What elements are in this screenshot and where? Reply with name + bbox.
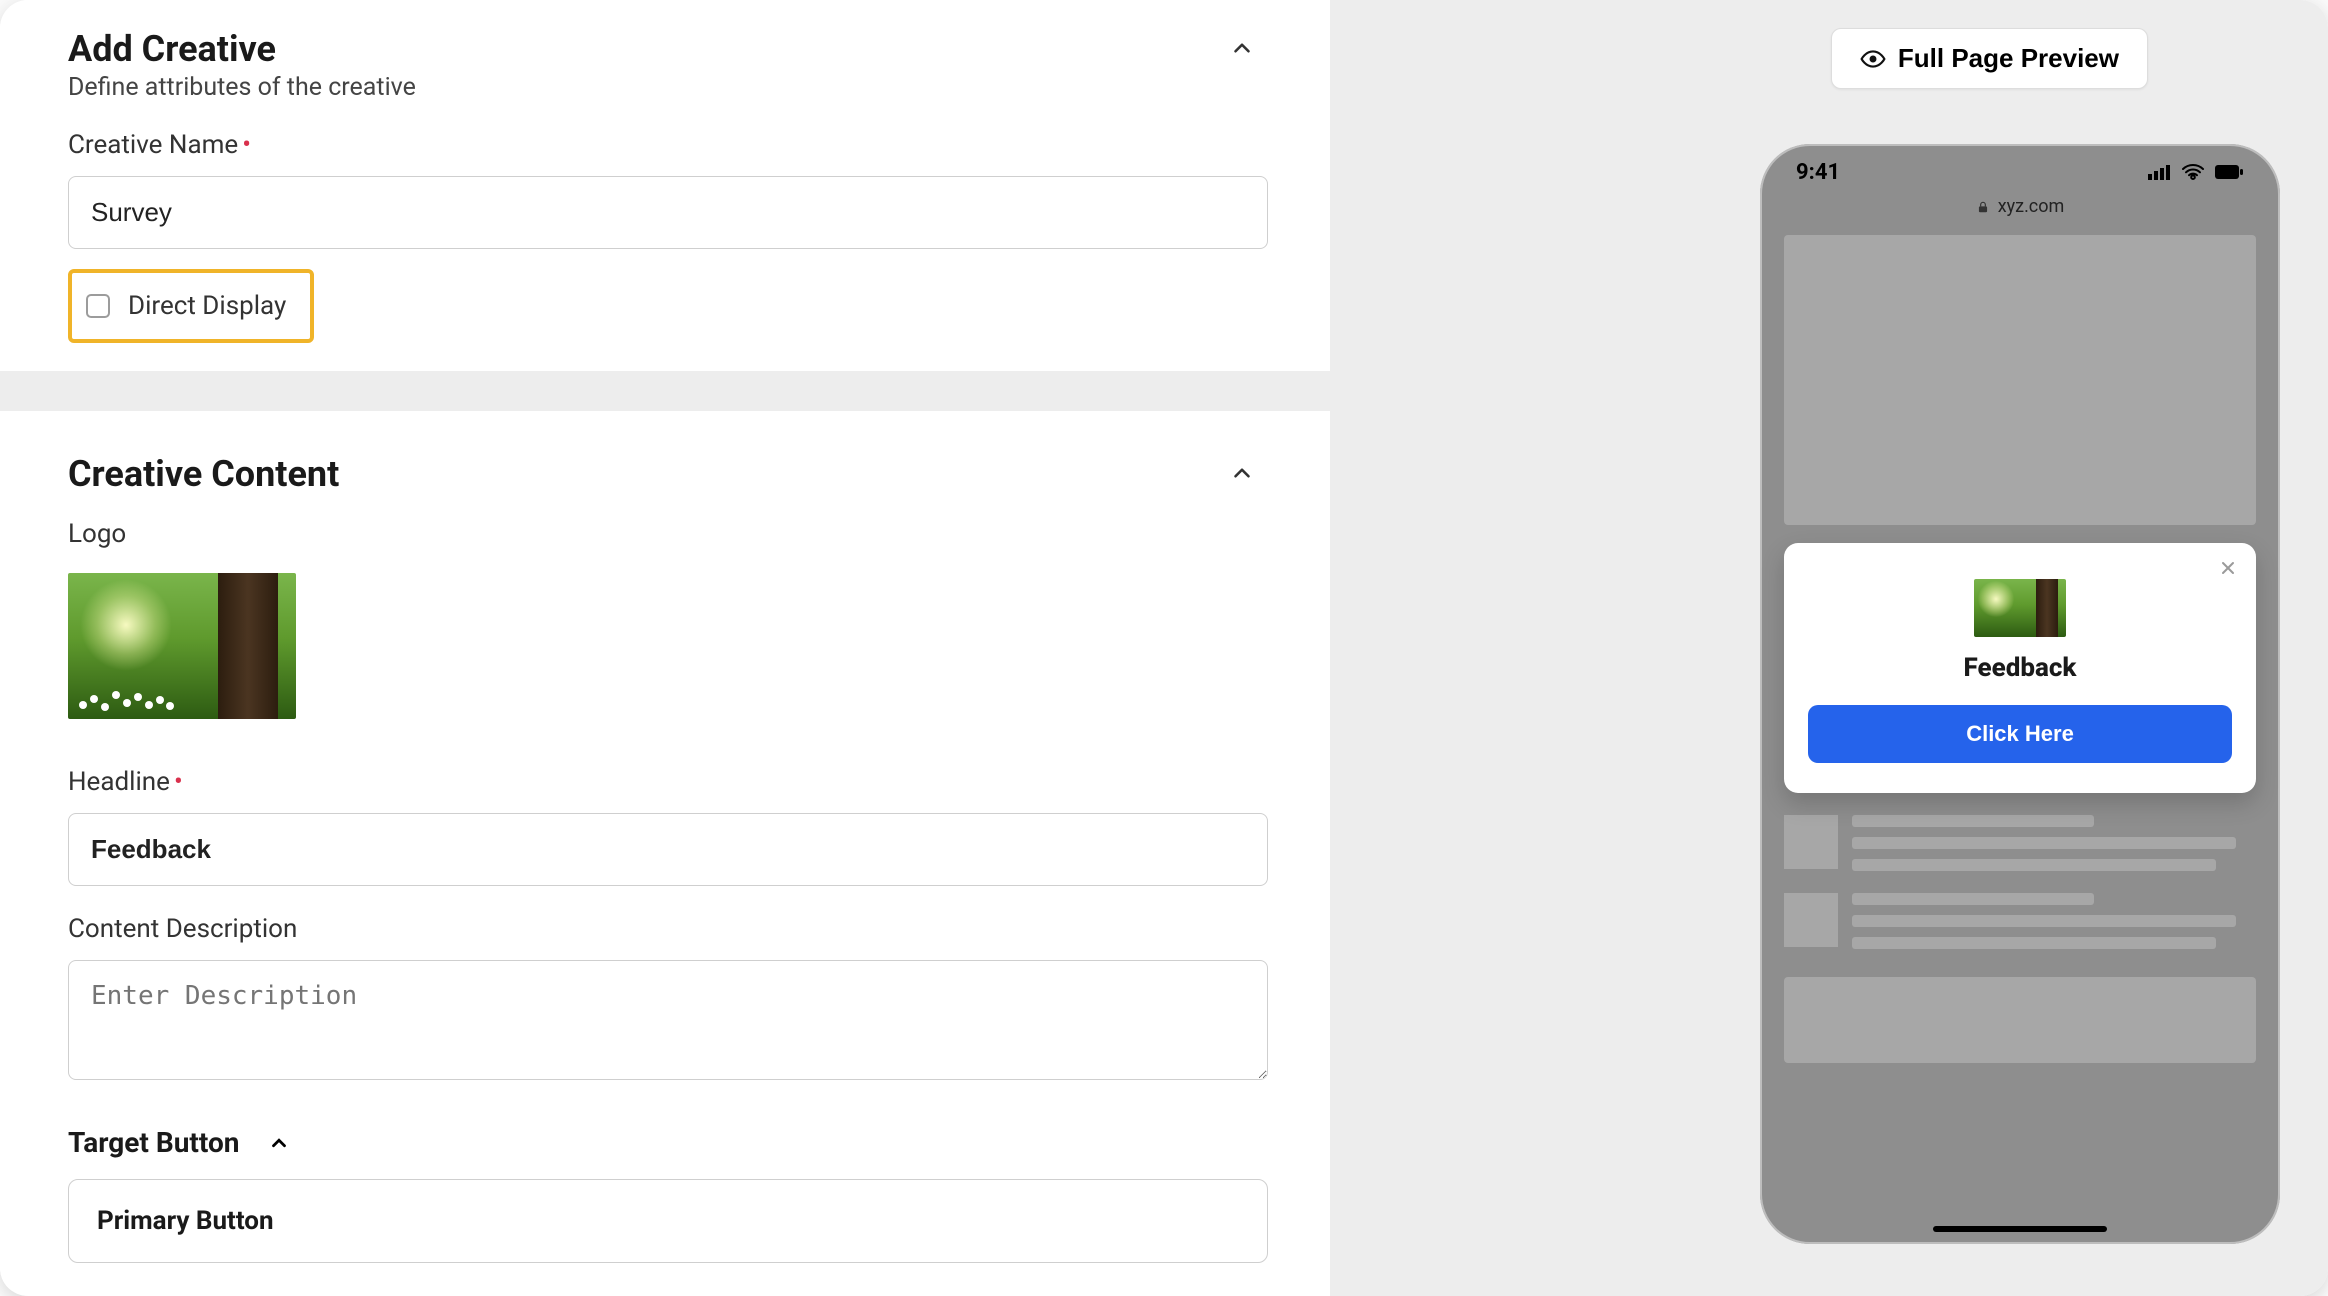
direct-display-highlight: Direct Display [68,269,314,343]
page-title: Add Creative [68,28,416,71]
direct-display-label: Direct Display [128,291,286,321]
full-page-preview-button[interactable]: Full Page Preview [1831,28,2148,89]
phone-preview: 9:41 xyz.com Feedback [1760,144,2280,1244]
eye-icon [1860,46,1886,72]
chevron-up-icon [268,1132,290,1154]
chevron-up-icon [1229,35,1255,61]
close-icon [2218,558,2238,578]
status-icons [2148,164,2244,180]
modal-image [1974,579,2066,637]
creative-content-card: Creative Content Logo Headline• Content … [0,411,1330,1291]
wifi-icon [2182,164,2204,180]
collapse-target-button[interactable] [263,1127,295,1159]
content-description-label: Content Description [68,914,1262,944]
creative-name-label: Creative Name• [68,130,1262,160]
chevron-up-icon [1229,460,1255,486]
primary-button-card: Primary Button [68,1179,1268,1263]
skeleton-row [1784,815,2256,871]
signal-icon [2148,164,2172,180]
skeleton-block [1784,977,2256,1063]
add-creative-card: Add Creative Define attributes of the cr… [0,0,1330,371]
page-subtitle: Define attributes of the creative [68,73,416,102]
skeleton-hero [1784,235,2256,525]
modal-cta-button[interactable]: Click Here [1808,705,2232,763]
headline-label: Headline• [68,767,1262,797]
status-time: 9:41 [1796,160,1840,185]
battery-icon [2214,164,2244,180]
logo-label: Logo [68,519,1262,549]
content-description-textarea[interactable] [68,960,1268,1080]
modal-title: Feedback [1808,653,2232,683]
lock-icon [1976,200,1990,214]
collapse-creative-content-button[interactable] [1222,453,1262,493]
preview-modal: Feedback Click Here [1784,543,2256,793]
creative-name-input[interactable] [68,176,1268,249]
collapse-add-creative-button[interactable] [1222,28,1262,68]
home-indicator [1933,1226,2107,1232]
target-button-title: Target Button [68,1126,239,1159]
primary-button-title: Primary Button [97,1206,1239,1236]
logo-image[interactable] [68,573,296,719]
url-bar: xyz.com [1760,196,2280,217]
headline-input[interactable] [68,813,1268,886]
direct-display-checkbox[interactable] [86,294,110,318]
creative-content-title: Creative Content [68,453,339,495]
skeleton-row [1784,893,2256,949]
modal-close-button[interactable] [2214,555,2242,583]
